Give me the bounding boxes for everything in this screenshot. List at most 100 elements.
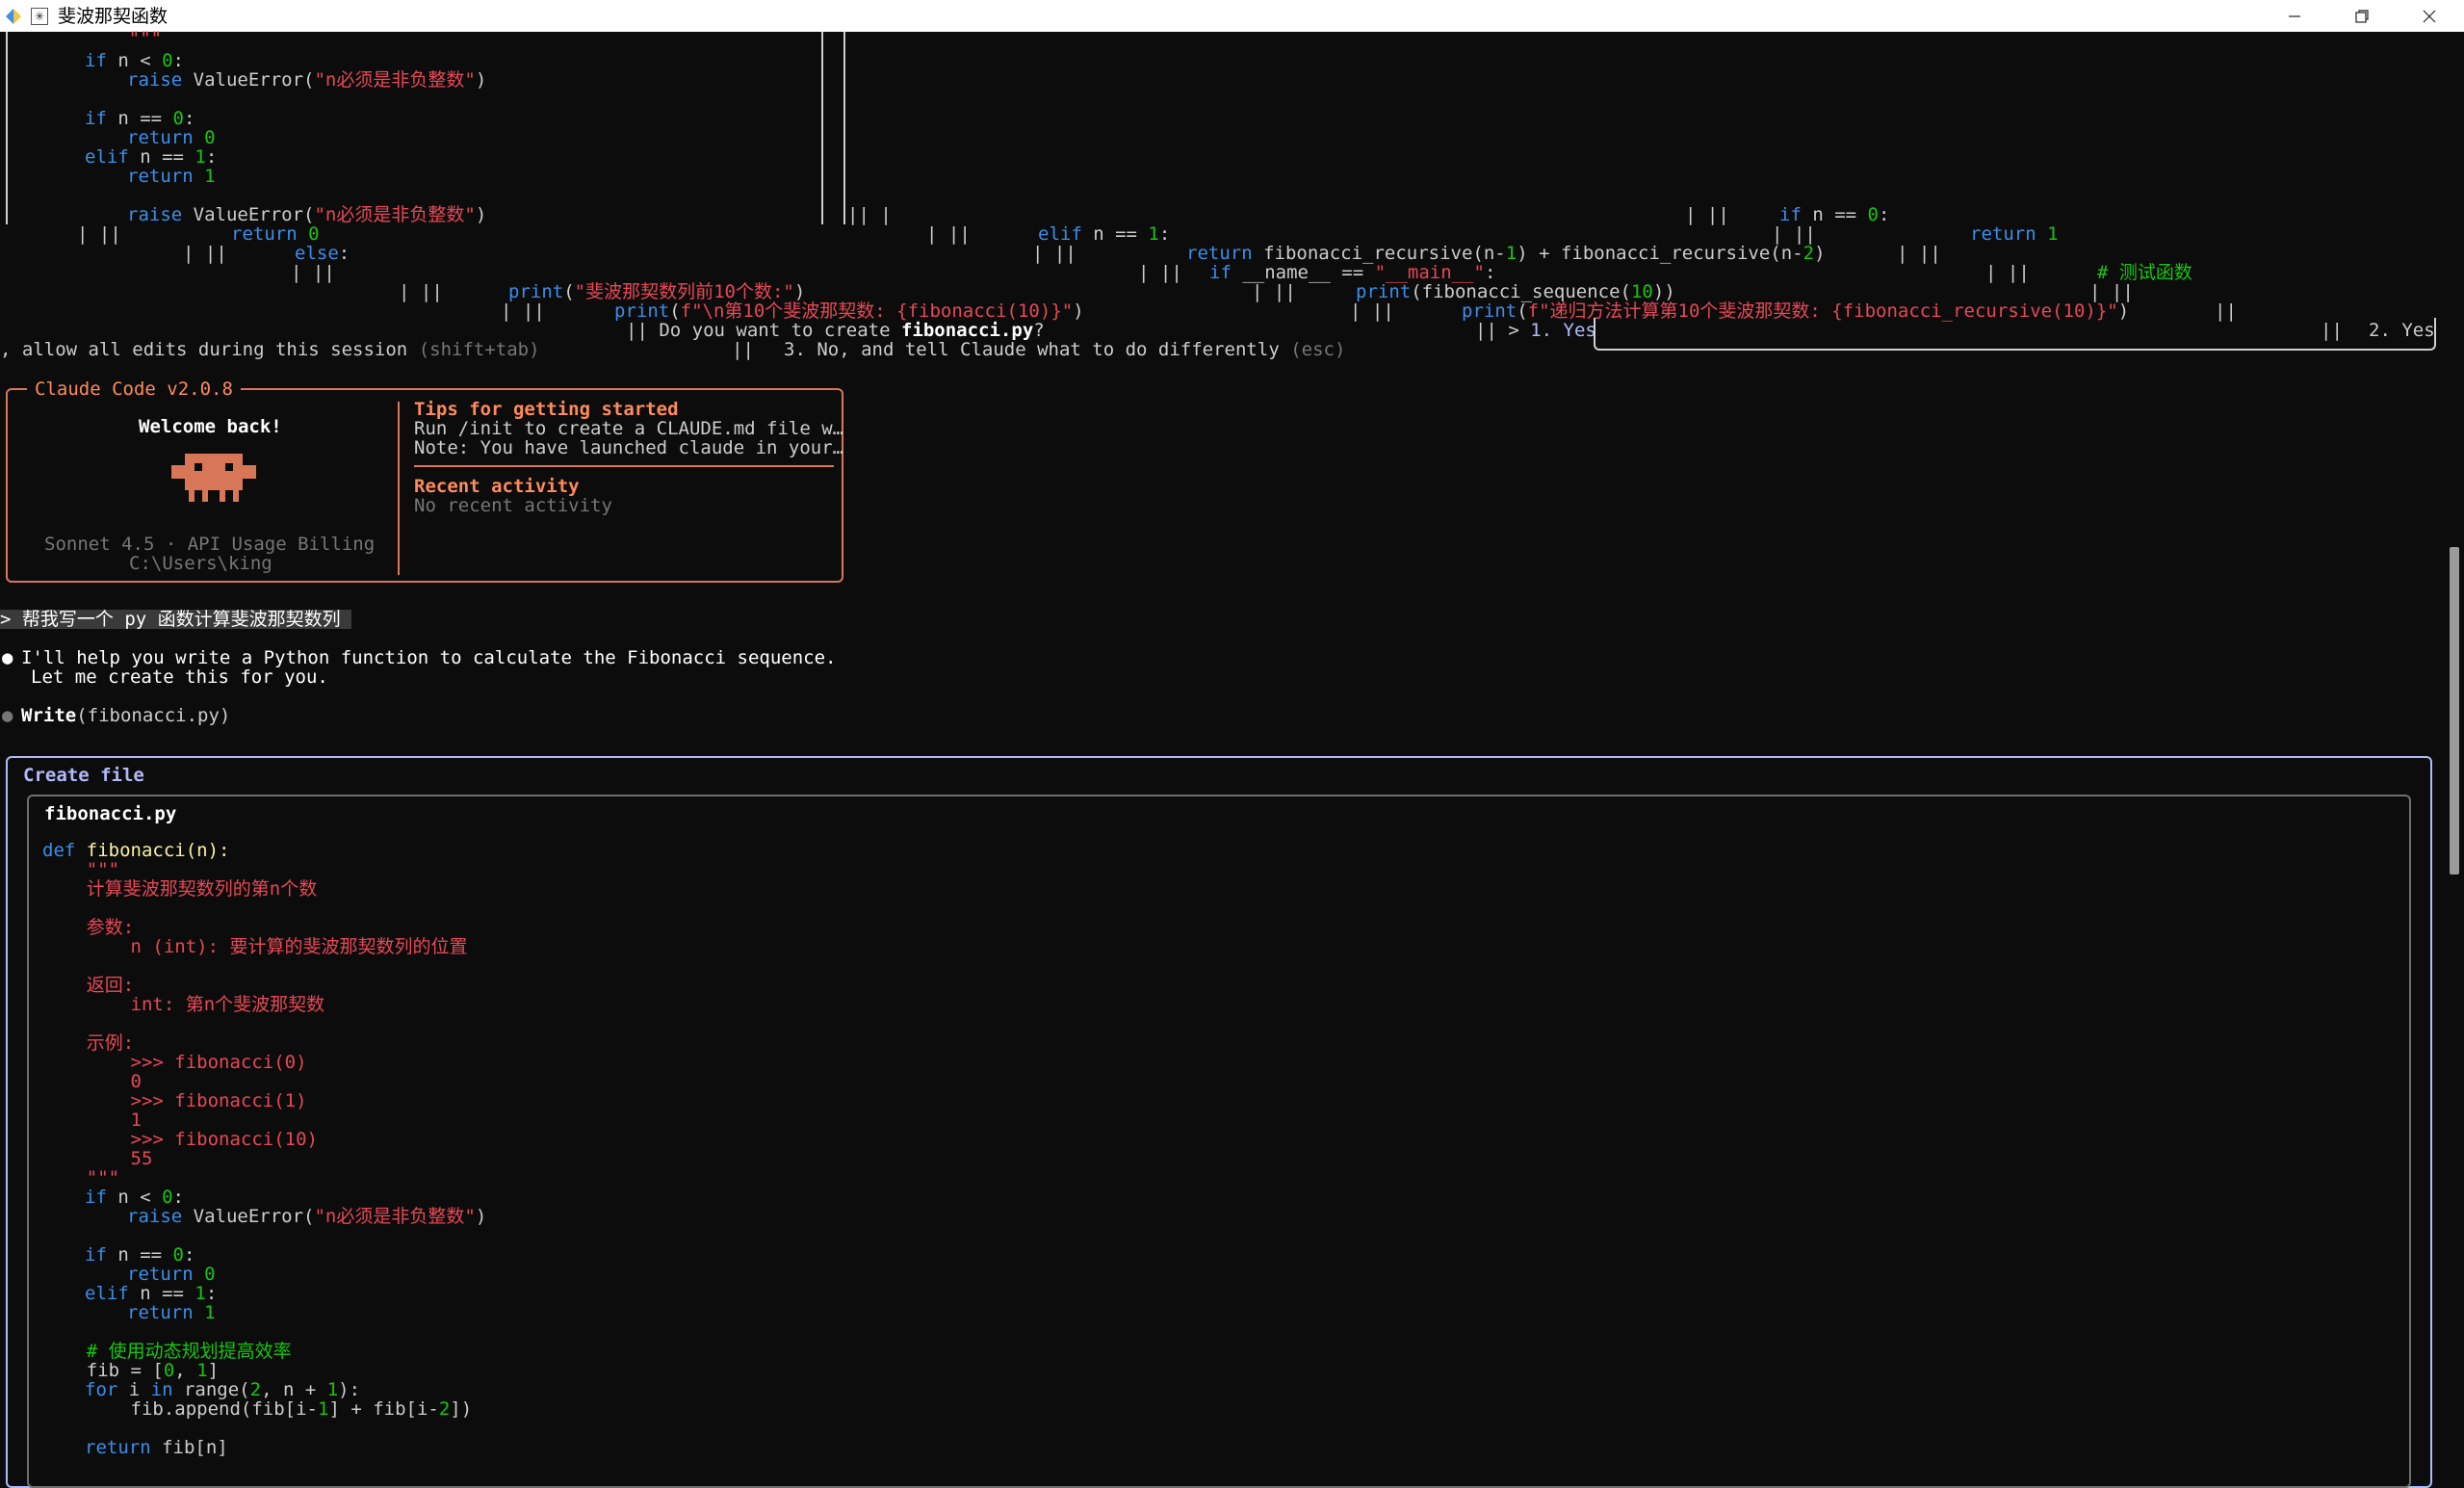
border-line: | ||	[291, 262, 335, 283]
tip-item: Run /init to create a CLAUDE.md file w…	[414, 418, 844, 439]
code-line: fib.append(fib[i-1] + fib[i-2])	[42, 1398, 473, 1420]
welcome-panel-title: Claude Code v2.0.8	[27, 379, 241, 399]
code-line: return 1	[127, 166, 216, 187]
border-line: | ||	[1350, 300, 1394, 322]
border-line: | ||	[2089, 281, 2134, 302]
border-line: || |	[847, 204, 892, 225]
code-line: 返回:	[42, 975, 135, 996]
create-file-header: Create file	[23, 765, 144, 786]
close-button[interactable]	[2396, 0, 2463, 32]
code-line: return 0	[231, 223, 320, 245]
claude-mascot-icon	[171, 454, 256, 502]
border-line: | ||	[77, 223, 121, 245]
code-comment: # 测试函数	[2097, 262, 2192, 283]
code-line: if n < 0:	[85, 1187, 184, 1208]
scrollbar-thumb[interactable]	[2450, 547, 2459, 875]
code-line: return 1	[127, 1302, 216, 1323]
tool-call: Write(fibonacci.py)	[21, 705, 231, 726]
terminal-app-icon	[6, 9, 21, 24]
border-line: | ||	[501, 300, 545, 322]
file-preview: fibonacci.py	[27, 795, 2411, 1488]
border-line	[843, 32, 845, 224]
border-line	[6, 32, 8, 224]
code-line: 示例:	[42, 1032, 135, 1054]
border-line: | ||	[1772, 223, 1816, 245]
recent-activity-text: No recent activity	[414, 495, 612, 516]
code-line: else:	[295, 243, 350, 264]
model-info: Sonnet 4.5 · API Usage Billing	[44, 534, 376, 555]
code-line: int: 第n个斐波那契数	[42, 994, 325, 1015]
bullet-icon: ●	[2, 647, 13, 668]
bullet-icon: ●	[2, 705, 13, 726]
permission-box-border	[1594, 318, 2436, 351]
code-line: 55	[42, 1148, 153, 1169]
border-line: | ||	[1032, 243, 1076, 264]
restore-button[interactable]	[2328, 0, 2396, 32]
user-prompt: > 帮我写一个 py 函数计算斐波那契数列	[0, 609, 352, 630]
permission-option-all-edits[interactable]: , allow all edits during this session (s…	[0, 340, 540, 359]
close-icon	[2423, 10, 2436, 22]
code-line: 计算斐波那契数列的第n个数	[42, 878, 318, 900]
code-line: if __name__ == "__main__":	[1209, 262, 1496, 283]
border-line: | ||	[1685, 204, 1729, 225]
working-directory: C:\Users\king	[129, 553, 272, 574]
code-line: return 0	[127, 1264, 216, 1285]
code-line: raise ValueError("n必须是非负整数")	[127, 204, 487, 225]
divider	[414, 465, 834, 467]
code-line: print(f"\n第10个斐波那契数: {fibonacci(10)}")	[614, 300, 1084, 322]
tips-title: Tips for getting started	[414, 399, 679, 420]
border-line: | ||	[1138, 262, 1182, 283]
file-name: fibonacci.py	[44, 803, 177, 824]
code-line: raise ValueError("n必须是非负整数")	[127, 1206, 487, 1227]
divider	[398, 402, 400, 575]
welcome-panel: Claude Code v2.0.8 Welcome back! Sonnet …	[6, 379, 844, 583]
code-line: """	[42, 859, 120, 880]
permission-option-yes[interactable]: || > 1. Yes	[1475, 321, 1596, 340]
border-line: ||	[732, 339, 754, 360]
code-line: """	[42, 1167, 120, 1188]
code-line: >>> fibonacci(1)	[42, 1090, 307, 1111]
code-line: n (int): 要计算的斐波那契数列的位置	[42, 936, 468, 957]
permission-question: || Do you want to create fibonacci.py?	[626, 320, 1045, 341]
border-line: | ||	[1897, 243, 1941, 264]
welcome-greeting: Welcome back!	[139, 416, 282, 437]
minimize-button[interactable]	[2261, 0, 2328, 32]
code-line: """	[85, 28, 163, 49]
title-bar: ✳ 斐波那契函数	[0, 0, 2464, 32]
minimize-icon	[2289, 14, 2300, 17]
code-line: def fibonacci(n):	[42, 840, 230, 861]
border-line: | ||	[399, 281, 443, 302]
code-line: >>> fibonacci(10)	[42, 1129, 318, 1150]
border-line: | ||	[1252, 281, 1296, 302]
code-line: elif n == 1:	[85, 1283, 218, 1304]
code-line: elif n == 1:	[85, 146, 218, 168]
code-line: if n == 0:	[85, 108, 195, 129]
border-line	[821, 32, 823, 224]
terminal-icon: ✳	[31, 8, 48, 25]
code-line: print("斐波那契数列前10个数:")	[508, 281, 806, 302]
code-line: return fibonacci_recursive(n-1) + fibona…	[1186, 243, 1826, 264]
code-line: >>> fibonacci(0)	[42, 1052, 307, 1073]
code-line: if n < 0:	[85, 50, 184, 71]
code-line: for i in range(2, n + 1):	[85, 1379, 361, 1400]
code-line: return 1	[1970, 223, 2059, 245]
border-line: | ||	[183, 243, 227, 264]
code-line: return fib[n]	[85, 1437, 228, 1458]
code-line: elif n == 1:	[1038, 223, 1171, 245]
code-line: if n == 0:	[1779, 204, 1890, 225]
code-line: raise ValueError("n必须是非负整数")	[127, 69, 487, 91]
window-title: 斐波那契函数	[58, 6, 169, 27]
permission-option-no[interactable]: 3. No, and tell Claude what to do differ…	[784, 340, 1345, 359]
restore-icon	[2355, 9, 2369, 23]
border-line: | ||	[1985, 262, 2030, 283]
code-line: 0	[42, 1071, 142, 1092]
recent-activity-title: Recent activity	[414, 476, 580, 497]
code-line: 1	[42, 1109, 142, 1131]
code-line: fib = [0, 1]	[42, 1360, 220, 1381]
tip-item: Note: You have launched claude in your…	[414, 437, 844, 458]
code-line: print(fibonacci_sequence(10))	[1356, 281, 1675, 302]
border-line: | ||	[926, 223, 971, 245]
code-line: 参数:	[42, 917, 135, 938]
code-line: return 0	[127, 127, 216, 148]
code-line: if n == 0:	[85, 1244, 195, 1266]
